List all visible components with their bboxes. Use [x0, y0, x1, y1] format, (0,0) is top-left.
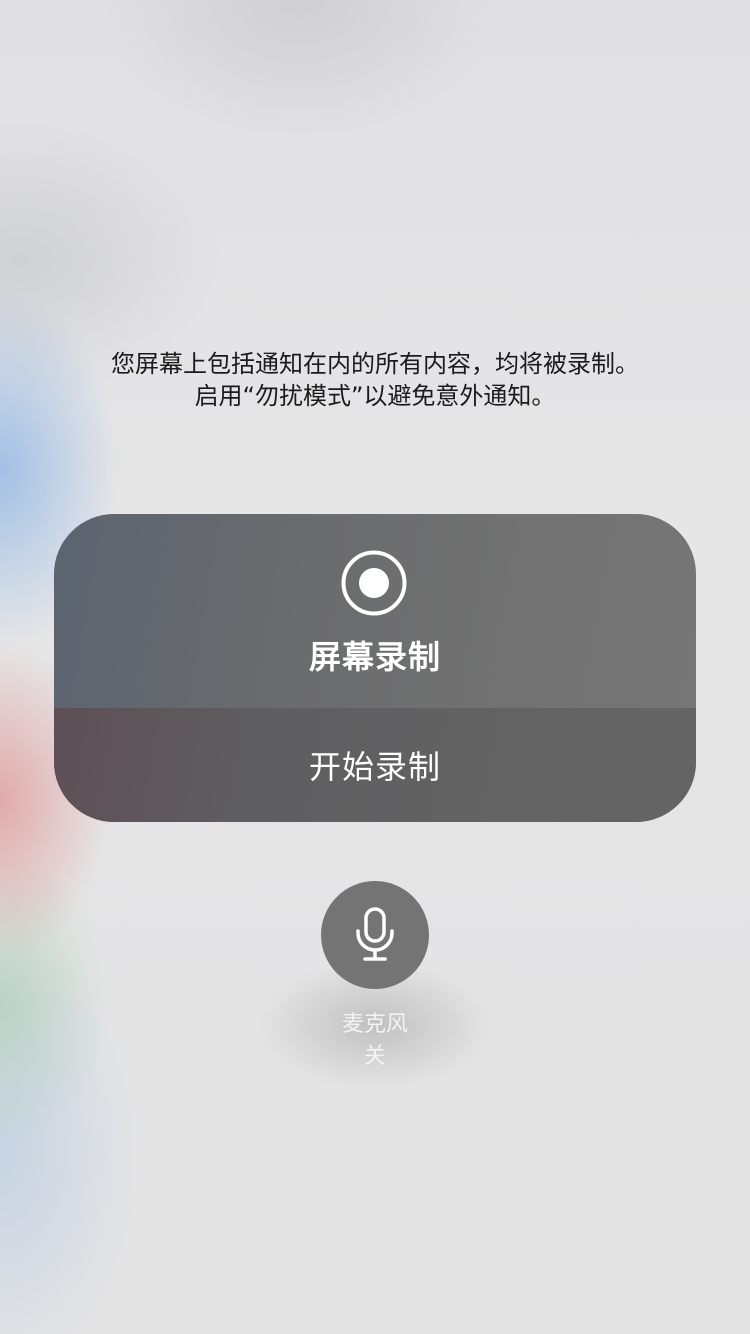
- microphone-state: 关: [363, 1044, 386, 1069]
- notice-line-1: 您屏幕上包括通知在内的所有内容，均将被录制。: [111, 350, 639, 378]
- notice-line-2: 启用“勿扰模式”以避免意外通知。: [194, 382, 556, 410]
- start-recording-label: 开始录制: [308, 748, 441, 786]
- record-icon: [341, 550, 407, 616]
- screen-recording-header[interactable]: 屏幕录制: [54, 514, 696, 708]
- start-recording-button[interactable]: 开始录制: [54, 708, 696, 822]
- panel-title: 屏幕录制: [308, 638, 441, 676]
- recording-notice: 您屏幕上包括通知在内的所有内容，均将被录制。 启用“勿扰模式”以避免意外通知。: [0, 348, 750, 412]
- microphone-toggle-button[interactable]: [321, 881, 429, 989]
- microphone-label: 麦克风: [341, 1012, 408, 1037]
- screen-recording-panel: 屏幕录制 开始录制: [54, 514, 696, 822]
- microphone-icon: [356, 907, 394, 961]
